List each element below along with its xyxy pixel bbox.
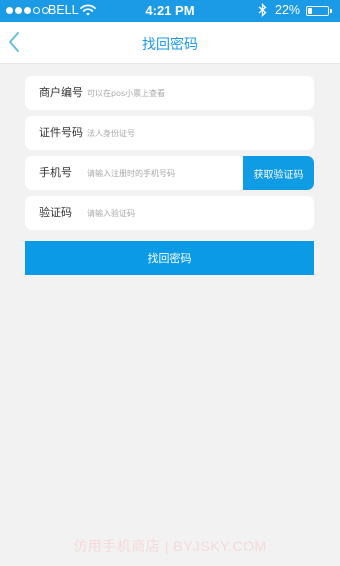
find-password-button[interactable]: 找回密码 <box>25 241 314 275</box>
status-bar: BELL 4:21 PM 22% <box>0 0 340 22</box>
merchant-id-field: 商户编号 <box>25 76 314 110</box>
verification-code-label: 验证码 <box>39 206 72 219</box>
verification-code-input[interactable] <box>87 196 297 230</box>
phone-field: 手机号 获取验证码 <box>25 156 314 190</box>
verification-code-field: 验证码 <box>25 196 314 230</box>
id-number-field: 证件号码 <box>25 116 314 150</box>
page-title: 找回密码 <box>142 37 198 53</box>
id-number-label: 证件号码 <box>39 126 83 139</box>
battery-level-fill <box>308 8 312 14</box>
battery-tip <box>330 9 332 13</box>
merchant-id-label: 商户编号 <box>39 86 83 99</box>
get-verification-code-button[interactable]: 获取验证码 <box>243 156 314 190</box>
phone-input[interactable] <box>87 156 237 190</box>
id-number-input[interactable] <box>87 116 297 150</box>
phone-label: 手机号 <box>39 166 72 179</box>
bluetooth-icon <box>258 2 267 20</box>
watermark: 仿用手机商店 | BYJSKY.COM <box>73 538 267 554</box>
merchant-id-input[interactable] <box>87 76 297 110</box>
battery-percent: 22% <box>275 3 301 17</box>
battery-icon <box>306 6 329 16</box>
find-password-screen: BELL 4:21 PM 22% 找回密码 商户编号 可以在pos小票上查看 证… <box>0 0 340 566</box>
navigation-bar: 找回密码 <box>0 22 340 64</box>
